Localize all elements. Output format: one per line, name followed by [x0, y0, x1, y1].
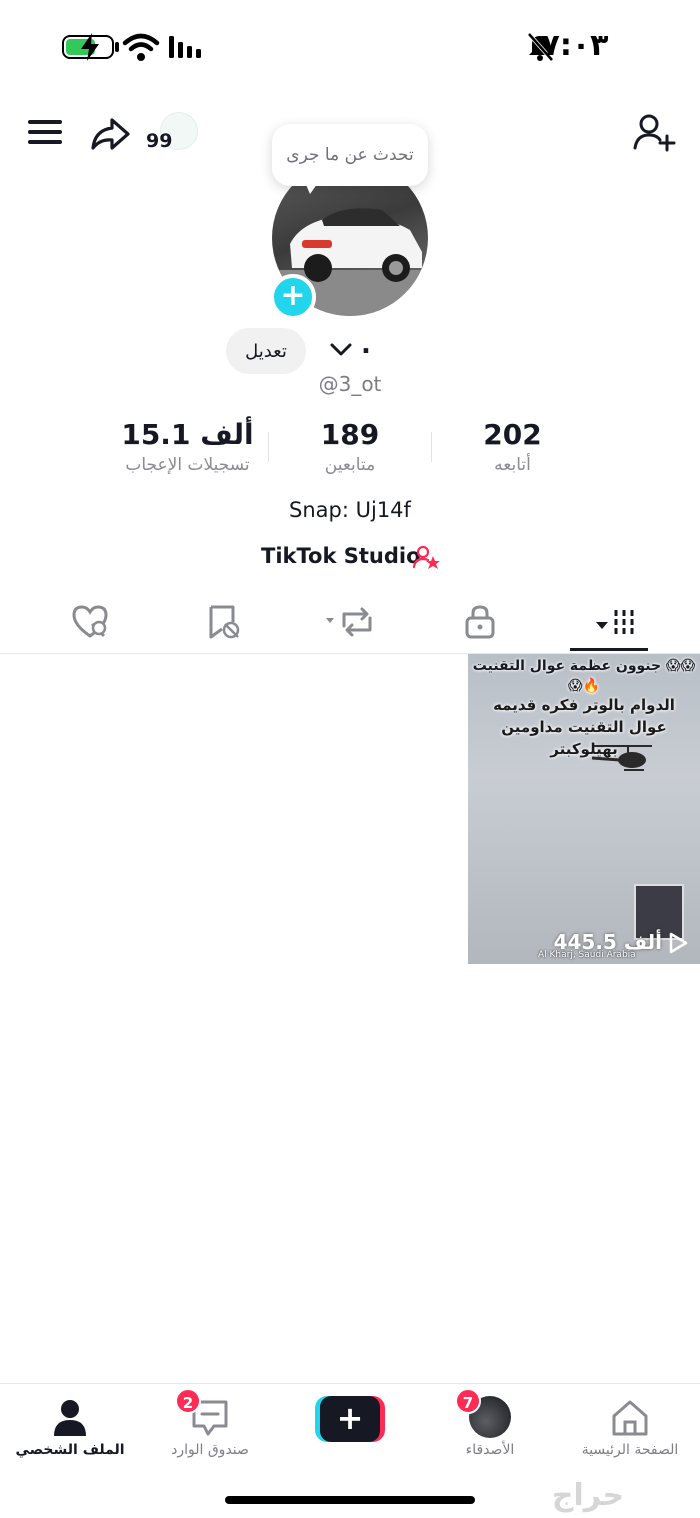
status-bubble[interactable]: تحدث عن ما جرى	[272, 124, 428, 186]
view-count: 445.5 ألف	[554, 928, 692, 958]
likes-label: تسجيلات الإعجاب	[125, 455, 250, 475]
following-label: أتابعه	[494, 455, 531, 475]
friends-badge: 7	[455, 1388, 481, 1414]
tab-favorites[interactable]	[183, 596, 263, 650]
nav-friends-label: الأصدقاء	[465, 1442, 515, 1458]
tiktok-studio-link[interactable]: TikTok Studio	[255, 540, 455, 572]
favorites-hidden-icon	[209, 605, 240, 639]
share-icon[interactable]	[88, 112, 132, 156]
followers-count: 189	[320, 418, 380, 451]
likes-stat[interactable]: 15.1 ألف تسجيلات الإعجاب	[100, 418, 275, 482]
lock-icon	[465, 605, 495, 639]
stat-divider	[431, 432, 432, 462]
view-count-text: 445.5 ألف	[553, 930, 662, 954]
wifi-icon	[122, 33, 160, 61]
repost-icon	[326, 607, 372, 637]
active-tab-indicator	[570, 648, 648, 651]
play-icon	[669, 932, 688, 954]
nav-inbox-label: صندوق الوارد	[171, 1442, 249, 1458]
username: @3_ot	[318, 372, 382, 396]
video-tile[interactable]: جنوون عظمة عوال التقنيت 😱😱😱🔥 الدوام بالو…	[468, 654, 700, 964]
likes-count: 15.1 ألف	[121, 418, 254, 451]
add-story-button[interactable]: +	[270, 274, 316, 320]
following-stat[interactable]: 202 أتابعه	[440, 418, 585, 482]
bubble-tail	[304, 180, 320, 194]
tab-reposts[interactable]	[310, 596, 390, 650]
profile-icon	[54, 1400, 86, 1436]
tab-videos[interactable]	[570, 596, 650, 650]
create-button[interactable]: +	[315, 1396, 385, 1442]
nav-home-label: الصفحة الرئيسية	[581, 1442, 679, 1458]
badge-count: 99	[146, 130, 173, 152]
tab-private[interactable]	[440, 596, 520, 650]
nav-home[interactable]: الصفحة الرئيسية	[565, 1390, 695, 1470]
followers-label: متابعين	[324, 455, 376, 475]
display-name: .	[361, 330, 371, 360]
nav-friends[interactable]: 7 الأصدقاء	[425, 1388, 555, 1470]
status-time: ٧:٠٣	[541, 28, 609, 63]
home-icon	[612, 1400, 648, 1436]
streak-badge[interactable]: 99	[140, 110, 198, 156]
chevron-down-icon[interactable]	[328, 340, 354, 360]
create-plus-icon: +	[320, 1396, 380, 1442]
profile-tabs	[0, 596, 700, 654]
following-count: 202	[483, 418, 542, 451]
tab-liked[interactable]	[50, 596, 130, 650]
home-indicator[interactable]	[225, 1496, 475, 1504]
battery-nub	[115, 42, 119, 52]
nav-profile[interactable]: الملف الشخصي	[5, 1390, 135, 1470]
charging-bolt-icon	[81, 33, 99, 61]
edit-profile-button[interactable]: تعديل	[226, 328, 306, 374]
video-caption: جنوون عظمة عوال التقنيت 😱😱😱🔥	[472, 658, 696, 694]
nav-inbox[interactable]: 2 صندوق الوارد	[145, 1388, 275, 1470]
videos-grid-icon	[596, 610, 634, 634]
studio-label: TikTok Studio	[261, 544, 421, 568]
add-friend-icon[interactable]	[630, 110, 678, 156]
helicopter-image	[591, 745, 652, 771]
bio-text: Snap: Uj14f	[289, 498, 411, 522]
haraj-watermark: حراج	[551, 1478, 625, 1513]
inbox-badge: 2	[175, 1388, 201, 1414]
liked-hidden-icon	[72, 605, 108, 638]
video-overlay-text: الدوام بالوتر فكره قديمه عوال التقنيت مد…	[493, 696, 675, 758]
creator-star-icon	[413, 545, 440, 569]
followers-stat[interactable]: 189 متابعين	[280, 418, 420, 482]
nav-profile-label: الملف الشخصي	[15, 1442, 125, 1458]
menu-button[interactable]	[28, 116, 64, 148]
cellular-icon	[169, 36, 201, 58]
stat-divider	[268, 432, 269, 462]
status-bar: ٧:٠٣	[0, 0, 700, 90]
